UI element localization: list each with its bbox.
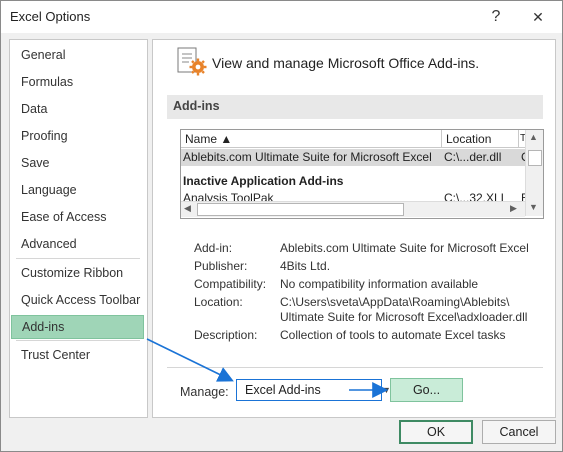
excel-options-dialog: Excel Options ? ✕ General Formulas Data … [0,0,563,452]
arrow-to-manage-icon [146,338,234,382]
annotation-arrows [146,338,389,398]
